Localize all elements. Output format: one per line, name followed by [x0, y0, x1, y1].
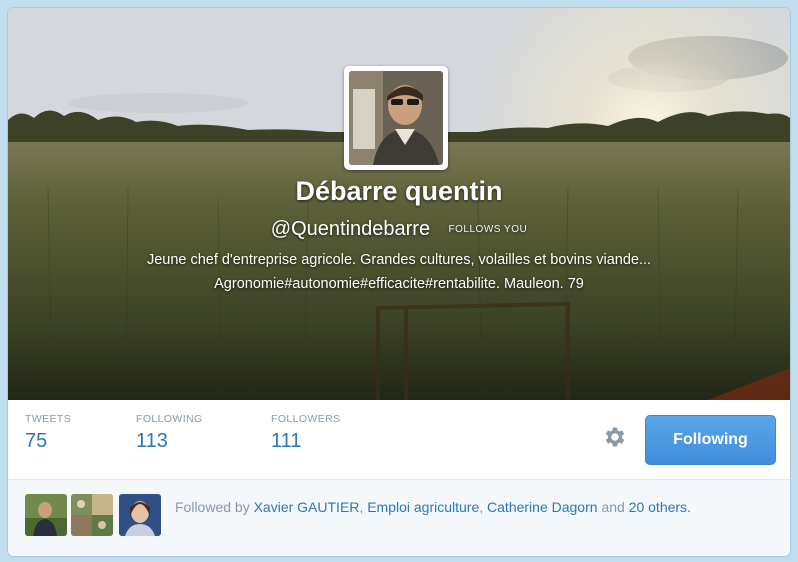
profile-header-image: Débarre quentin @Quentindebarre FOLLOWS … [8, 8, 790, 400]
follower-avatar[interactable] [119, 494, 161, 536]
follower-link[interactable]: Emploi agriculture [367, 499, 479, 515]
follower-avatar[interactable] [71, 494, 113, 536]
stat-value: 113 [136, 430, 168, 452]
followed-by-text: Followed by Xavier GAUTIER, Emploi agric… [175, 496, 765, 519]
avatar-photo [349, 71, 443, 165]
bio-line: Jeune chef d'entreprise agricole. Grande… [146, 252, 652, 268]
following-button[interactable]: Following [645, 415, 776, 465]
stat-followers[interactable]: FOLLOWERS 111 [271, 413, 341, 453]
separator: , [479, 499, 484, 515]
follower-link[interactable]: Xavier GAUTIER [254, 499, 360, 515]
follower-avatar-photo [119, 494, 161, 536]
profile-bio: Jeune chef d'entreprise agricole. Grande… [48, 248, 750, 296]
follower-link[interactable]: Catherine Dagorn [487, 499, 598, 515]
follower-avatar-photo [71, 494, 113, 536]
separator: , [359, 499, 364, 515]
follower-avatar-photo [25, 494, 67, 536]
profile-name: Débarre quentin [295, 176, 503, 206]
stat-tweets[interactable]: TWEETS 75 [25, 413, 71, 453]
avatar[interactable] [344, 66, 448, 170]
stat-label: TWEETS [25, 413, 72, 425]
and-text: and [601, 499, 625, 515]
stat-value: 111 [271, 430, 302, 452]
stat-label: FOLLOWERS [271, 413, 341, 425]
profile-card: Débarre quentin @Quentindebarre FOLLOWS … [8, 8, 790, 556]
profile-handle[interactable]: @Quentindebarre [271, 218, 430, 240]
followed-by-section: Followed by Xavier GAUTIER, Emploi agric… [8, 480, 790, 556]
follower-avatar[interactable] [25, 494, 67, 536]
stat-value: 75 [25, 430, 48, 452]
stat-label: FOLLOWING [136, 413, 203, 425]
handle-row: @Quentindebarre FOLLOWS YOU [8, 218, 790, 241]
others-link[interactable]: 20 others. [629, 499, 691, 515]
bio-line[interactable]: Agronomie#autonomie#efficacite#rentabili… [48, 272, 750, 296]
gear-icon[interactable] [602, 424, 628, 450]
stat-following[interactable]: FOLLOWING 113 [136, 413, 203, 453]
follows-you-badge: FOLLOWS YOU [448, 224, 528, 235]
followed-by-prefix: Followed by [175, 499, 250, 515]
